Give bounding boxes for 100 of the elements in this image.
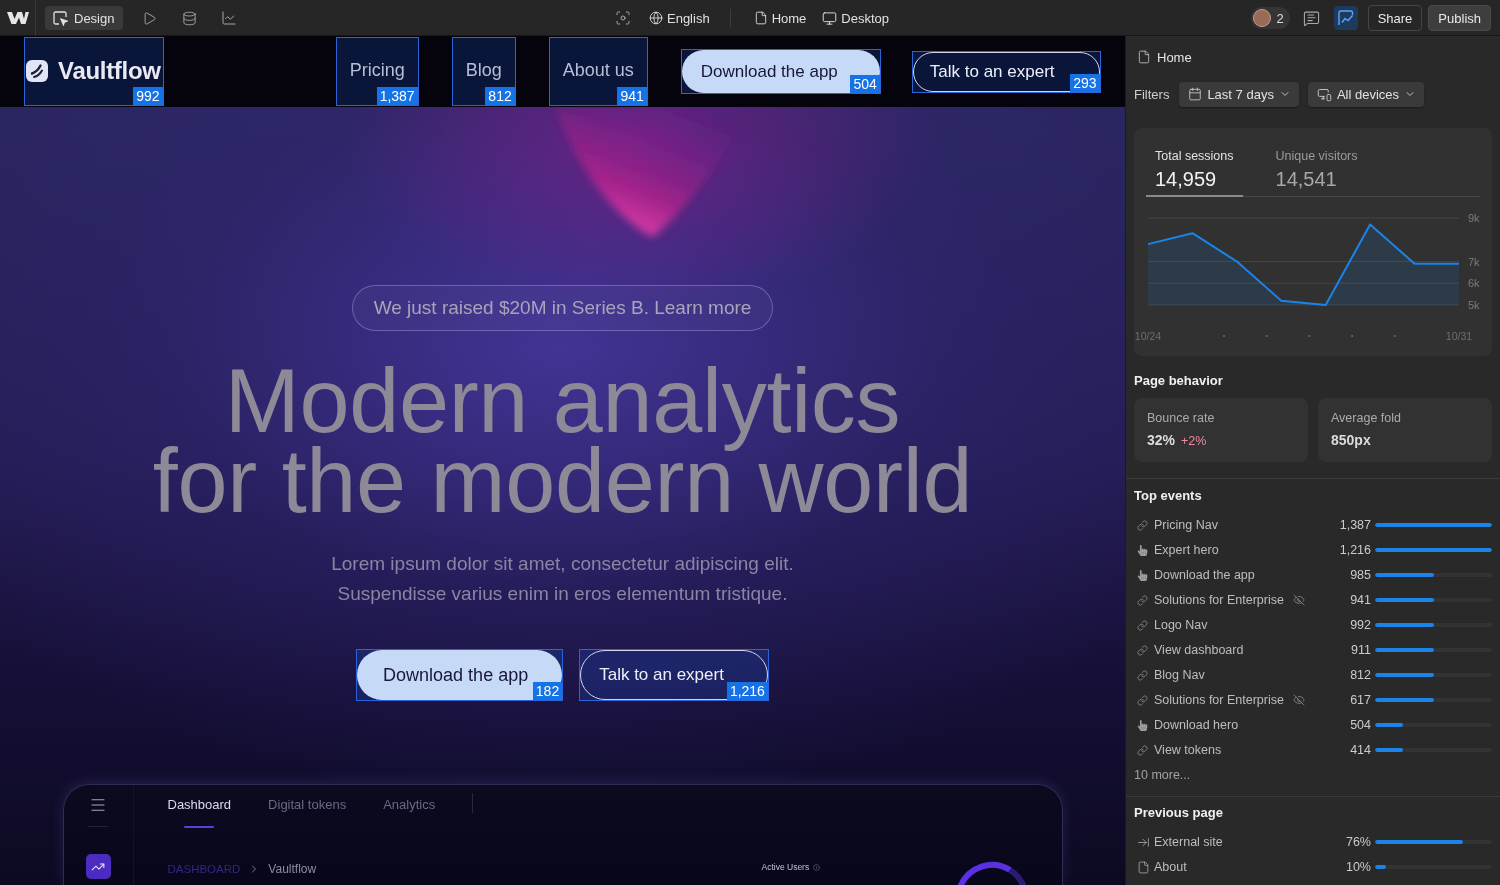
section-title: Page behavior (1133, 373, 1224, 389)
focus-icon (615, 10, 631, 26)
share-button[interactable]: Share (1367, 5, 1423, 31)
announcement-link[interactable]: We just raised $20M in Series B. Learn more (351, 285, 774, 331)
arrow-in-icon (1137, 835, 1150, 849)
event-name: Blog Nav (1154, 668, 1205, 682)
metric-tab[interactable]: Total sessions 14,959 (1146, 142, 1243, 197)
link-icon (1137, 744, 1148, 756)
tick-dot-icon (1351, 335, 1354, 337)
hero-subtitle: Lorem ipsum dolor sit amet, consectetur adipiscing elit. (331, 552, 794, 576)
desktop-icon (822, 10, 838, 26)
event-name: View tokens (1154, 743, 1222, 757)
metric-tab[interactable]: Unique visitors 14,541 (1266, 142, 1367, 197)
link-icon (1137, 694, 1148, 706)
axis-label: 10/31 (1445, 330, 1473, 342)
stat-value: 32% (1147, 432, 1176, 448)
cursor-square-icon (53, 10, 68, 26)
event-name: Download the app (1154, 568, 1255, 582)
link-icon (1137, 519, 1148, 531)
axis-label: 7k (1468, 255, 1480, 268)
comment-icon (1303, 9, 1321, 27)
stat-value: 850px (1331, 432, 1371, 448)
widget-title: Active Users (761, 862, 810, 872)
nav-link[interactable]: Blog (465, 60, 502, 81)
event-count: 504 (1350, 718, 1371, 732)
axis-label: 9k (1468, 212, 1480, 224)
nav-link[interactable]: About us (562, 60, 634, 81)
event-count: 992 (1350, 618, 1371, 632)
event-name: Solutions for Enterprise (1154, 593, 1284, 607)
locale-button[interactable]: English (649, 6, 710, 30)
event-name: View dashboard (1154, 643, 1244, 657)
logo-icon[interactable] (6, 11, 29, 25)
breadcrumb-current: Vaultflow (268, 862, 317, 876)
hero-subtitle: Suspendisse varius enim in eros elementum tristique. (337, 582, 788, 606)
play-icon (141, 10, 157, 26)
globe-icon (649, 11, 663, 25)
preview-tab[interactable]: Analytics (383, 785, 436, 829)
panel-toggle-button[interactable] (1333, 6, 1358, 30)
page-name: About (1154, 860, 1187, 874)
click-count-badge: 941 (617, 87, 647, 105)
event-count: 617 (1350, 693, 1371, 707)
line-chart-icon (221, 10, 238, 26)
page-icon (753, 11, 768, 25)
link-icon (1137, 644, 1148, 656)
logo-icon (26, 59, 48, 82)
preview-tab[interactable]: Digital tokens (268, 785, 347, 829)
event-name: Pricing Nav (1154, 518, 1218, 532)
chart-tile-icon[interactable] (85, 854, 111, 879)
filter-dropdown[interactable]: All devices (1307, 81, 1425, 107)
event-name: Logo Nav (1154, 618, 1208, 632)
collaborators-badge[interactable]: 2 (1251, 7, 1290, 29)
filter-dropdown[interactable]: Last 7 days (1179, 81, 1299, 107)
hand-pointer-icon (1137, 569, 1148, 581)
tick-dot-icon (1393, 335, 1396, 337)
design-mode-button[interactable]: Design (45, 6, 124, 30)
link-icon (1137, 669, 1148, 681)
click-count-badge: 1,216 (726, 682, 768, 700)
page-name: External site (1154, 835, 1223, 849)
hand-pointer-icon (1137, 544, 1148, 556)
click-count-badge: 293 (1070, 73, 1100, 92)
link-icon (1137, 619, 1148, 631)
page-title: Home (1157, 49, 1192, 65)
page-button[interactable]: Home (753, 6, 807, 30)
logo-link[interactable]: Vaultflow (26, 57, 161, 84)
page-share: 10% (1345, 860, 1371, 874)
click-count-badge: 1,387 (376, 87, 418, 105)
preview-tab[interactable]: Dashboard (167, 785, 232, 829)
avatar (1253, 9, 1272, 27)
event-name: Solutions for Enterprise (1154, 693, 1284, 707)
stat-label: Average fold (1331, 410, 1402, 426)
database-icon (181, 10, 197, 26)
page-icon (1137, 50, 1151, 64)
click-count-badge: 812 (485, 87, 515, 105)
more-link[interactable]: 10 more... (1126, 762, 1191, 788)
event-count: 985 (1350, 568, 1371, 582)
link-icon (1137, 594, 1148, 606)
publish-button[interactable]: Publish (1428, 5, 1491, 31)
hero-headline: Modern analytics for the modern world (152, 361, 973, 521)
breakpoint-button[interactable]: Desktop (822, 6, 889, 30)
calendar-icon (1188, 87, 1203, 101)
click-count-badge: 992 (133, 87, 163, 105)
stat-change: +2% (1181, 434, 1207, 448)
event-name: Download hero (1154, 718, 1239, 732)
event-name: Expert hero (1154, 543, 1219, 557)
event-count: 1,216 (1339, 543, 1371, 557)
axis-label: 5k (1468, 299, 1480, 311)
devices-icon (1316, 86, 1332, 102)
event-count: 1,387 (1339, 518, 1371, 532)
menu-icon[interactable] (89, 796, 107, 814)
event-count: 911 (1351, 643, 1371, 657)
hand-pointer-icon (1137, 719, 1148, 731)
info-icon (813, 863, 821, 871)
stat-label: Bounce rate (1147, 410, 1216, 426)
section-title: Previous page (1133, 804, 1224, 821)
event-count: 812 (1350, 668, 1371, 682)
event-count: 414 (1350, 743, 1371, 757)
axis-label: 6k (1468, 277, 1480, 290)
collaborator-count: 2 (1276, 10, 1284, 26)
click-count-badge: 182 (532, 682, 563, 700)
nav-link[interactable]: Pricing (349, 60, 405, 81)
